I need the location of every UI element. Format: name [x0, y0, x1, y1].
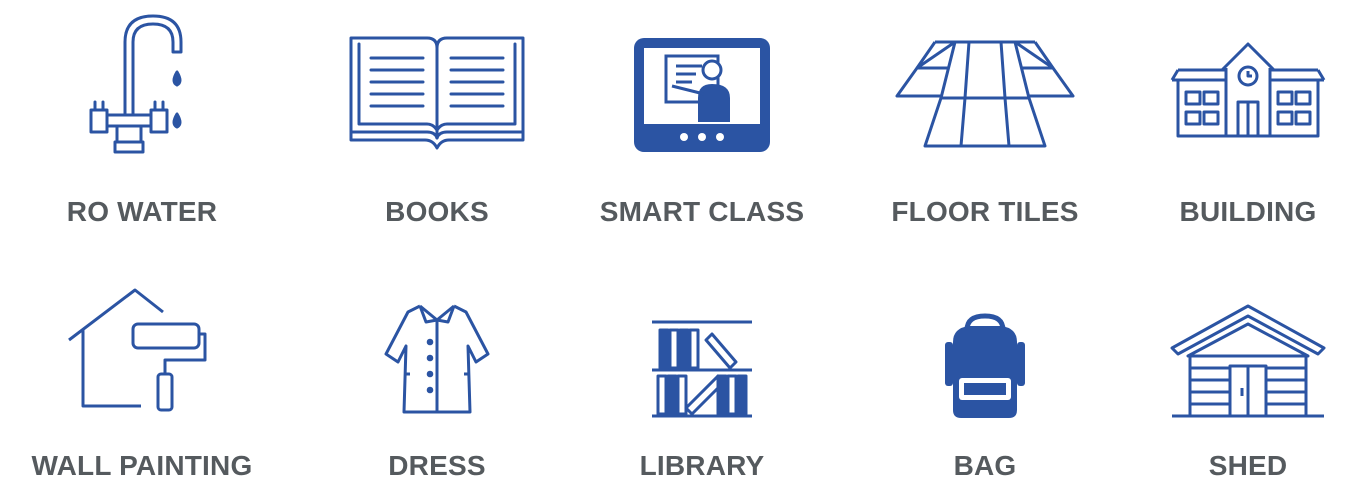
facility-bag: BAG — [855, 240, 1115, 485]
facility-smart-class: SMART CLASS — [572, 0, 832, 240]
facility-dress: DRESS — [307, 240, 567, 485]
facility-label: BUILDING — [1179, 196, 1317, 227]
facility-wall-painting: WALL PAINTING — [12, 240, 272, 485]
facility-library: LIBRARY — [572, 240, 832, 485]
school-building-icon — [1168, 40, 1328, 140]
backpack-icon — [943, 312, 1027, 420]
dress-icon — [382, 300, 492, 418]
facility-label: WALL PAINTING — [31, 450, 253, 481]
paint-roller-house-icon — [67, 286, 217, 416]
open-book-icon — [347, 30, 527, 150]
facility-label: LIBRARY — [639, 450, 765, 481]
facility-floor-tiles: FLOOR TILES — [855, 0, 1115, 240]
facility-label: DRESS — [388, 450, 486, 481]
shed-icon — [1170, 302, 1326, 418]
facility-label: BOOKS — [385, 196, 489, 227]
facility-label: SMART CLASS — [599, 196, 805, 227]
facility-label: BAG — [953, 450, 1017, 481]
facility-building: BUILDING — [1118, 0, 1354, 240]
facility-shed: SHED — [1118, 240, 1354, 485]
facility-label: SHED — [1208, 450, 1288, 481]
floor-tiles-icon — [895, 38, 1075, 150]
facility-books: BOOKS — [307, 0, 567, 240]
smart-class-screen-icon — [632, 36, 772, 154]
bookshelf-icon — [650, 318, 754, 418]
facility-ro-water: RO WATER — [12, 0, 272, 240]
facility-label: FLOOR TILES — [891, 196, 1079, 227]
facilities-icon-grid: RO WATER BOOKS SMART CLASS FLOOR TILES B… — [0, 0, 1354, 485]
facility-label: RO WATER — [66, 196, 218, 227]
faucet-icon — [77, 10, 207, 160]
